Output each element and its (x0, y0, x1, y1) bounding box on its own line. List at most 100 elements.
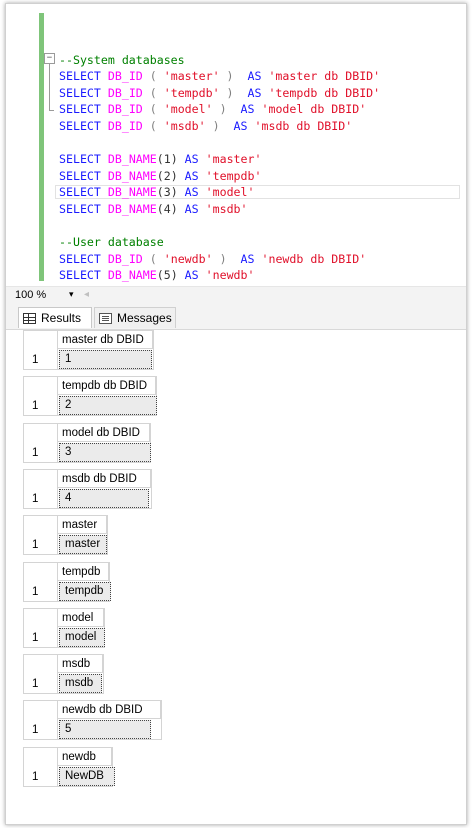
code-line[interactable]: --System databases (59, 52, 380, 69)
sql-code[interactable]: --System databases SELECT DB_ID ( 'master… (59, 35, 380, 284)
code-token: DB_ID (107, 85, 143, 100)
row-header-column (24, 377, 58, 416)
result-cell[interactable]: 3 (59, 442, 151, 462)
code-line[interactable] (59, 135, 380, 152)
code-token: --System databases (59, 52, 185, 67)
code-token: 'newdb db DBID' (261, 251, 367, 266)
row-number[interactable]: 1 (32, 675, 38, 693)
column-header[interactable]: master (58, 516, 107, 535)
result-cell[interactable]: model (59, 627, 105, 647)
code-line[interactable]: SELECT DB_ID ( 'tempdb' ) AS 'tempdb db … (59, 85, 380, 102)
zoom-bar: 100 % ▾ ◂ (6, 286, 466, 306)
row-header-column (24, 747, 58, 786)
result-grid[interactable]: tempdb 1 tempdb (23, 561, 111, 602)
tab-results[interactable]: Results (18, 307, 92, 328)
result-grid[interactable]: model 1 model (23, 607, 105, 648)
code-line[interactable]: SELECT DB_NAME(5) AS 'newdb' (59, 267, 380, 284)
chevron-down-icon[interactable]: ▾ (69, 289, 74, 300)
code-line[interactable]: SELECT DB_ID ( 'master' ) AS 'master db … (59, 68, 380, 85)
query-editor[interactable]: − --System databases SELECT DB_ID ( 'mast… (6, 4, 466, 286)
result-grid[interactable]: master 1 master (23, 515, 108, 556)
row-number[interactable]: 1 (32, 444, 38, 462)
code-line[interactable]: SELECT DB_ID ( 'model' ) AS 'model db DB… (59, 101, 380, 118)
column-header[interactable]: newdb (58, 747, 112, 766)
code-token: (5) (156, 268, 185, 283)
tab-messages-label: Messages (117, 311, 172, 325)
code-line[interactable]: SELECT DB_NAME(3) AS 'model' (59, 184, 380, 201)
code-token: DB_NAME (107, 201, 157, 216)
row-number[interactable]: 1 (32, 768, 38, 786)
result-grid[interactable]: model db DBID 1 3 (23, 422, 151, 463)
outline-line (49, 64, 50, 110)
code-line[interactable] (59, 35, 380, 52)
column-header[interactable]: master db DBID (58, 331, 153, 349)
code-token: DB_NAME (107, 152, 157, 167)
code-line[interactable]: SELECT DB_NAME(2) AS 'tempdb' (59, 168, 380, 185)
row-header-column (24, 562, 58, 601)
row-number[interactable]: 1 (32, 583, 38, 601)
scroll-left-icon[interactable]: ◂ (84, 289, 89, 300)
code-token: AS (233, 118, 255, 133)
code-token: ( (142, 118, 164, 133)
code-token: 'msdb' (205, 201, 248, 216)
result-cell[interactable]: 5 (59, 720, 151, 740)
code-token: 'model' (205, 185, 255, 200)
tab-messages[interactable]: Messages (94, 307, 176, 328)
code-token: SELECT (59, 152, 108, 167)
result-cell[interactable]: 2 (59, 396, 157, 416)
code-line[interactable] (59, 218, 380, 235)
result-cell[interactable]: NewDB (59, 766, 115, 786)
result-cell[interactable]: msdb (59, 674, 102, 694)
column-header[interactable]: tempdb (58, 562, 109, 581)
result-grid[interactable]: master db DBID 1 1 (23, 330, 154, 370)
code-line[interactable]: SELECT DB_NAME(1) AS 'master' (59, 151, 380, 168)
code-token: 'master db DBID' (268, 69, 381, 84)
column-header[interactable]: tempdb db DBID (58, 377, 156, 396)
row-header-column (24, 608, 58, 647)
result-grid[interactable]: newdb db DBID 1 5 (23, 700, 162, 741)
code-line[interactable]: SELECT DB_NAME(4) AS 'msdb' (59, 201, 380, 218)
row-header-column (24, 331, 58, 369)
result-grid[interactable]: msdb db DBID 1 4 (23, 468, 152, 509)
result-cell[interactable]: 4 (59, 488, 149, 508)
collapse-icon[interactable]: − (44, 53, 55, 64)
code-line[interactable]: SELECT DB_ID ( 'newdb' ) AS 'newdb db DB… (59, 251, 380, 268)
code-token: AS (184, 185, 206, 200)
code-line[interactable]: --User database (59, 234, 380, 251)
code-token: SELECT (59, 201, 108, 216)
code-token: 'tempdb db DBID' (268, 85, 381, 100)
messages-icon (99, 312, 112, 324)
code-token: DB_NAME (107, 168, 157, 183)
code-token: SELECT (59, 268, 108, 283)
result-cell[interactable]: master (59, 535, 107, 555)
code-token: DB_NAME (107, 268, 157, 283)
row-number[interactable]: 1 (32, 490, 38, 508)
code-token: 'tempdb' (163, 85, 220, 100)
code-token: DB_NAME (107, 185, 157, 200)
column-header[interactable]: newdb db DBID (58, 701, 161, 720)
code-token: 'newdb' (163, 251, 213, 266)
row-number[interactable]: 1 (32, 397, 38, 415)
column-header[interactable]: msdb (58, 655, 103, 674)
grid-icon (23, 312, 36, 324)
code-token: AS (240, 102, 262, 117)
result-cell[interactable]: 1 (59, 350, 152, 369)
row-header-column (24, 469, 58, 508)
row-number[interactable]: 1 (32, 351, 38, 369)
code-line[interactable]: SELECT DB_ID ( 'msdb' ) AS 'msdb db DBID… (59, 118, 380, 135)
result-cell[interactable]: tempdb (59, 581, 111, 601)
code-token: AS (184, 152, 206, 167)
result-grid[interactable]: tempdb db DBID 1 2 (23, 376, 157, 417)
result-grid[interactable]: msdb 1 msdb (23, 654, 104, 695)
row-header-column (24, 701, 58, 740)
column-header[interactable]: msdb db DBID (58, 469, 151, 488)
column-header[interactable]: model (58, 608, 104, 627)
row-number[interactable]: 1 (32, 536, 38, 554)
row-number[interactable]: 1 (32, 721, 38, 739)
code-token: SELECT (59, 168, 108, 183)
column-header[interactable]: model db DBID (58, 423, 150, 442)
ssms-query-window: − --System databases SELECT DB_ID ( 'mast… (5, 3, 467, 825)
code-token: SELECT (59, 102, 108, 117)
result-grid[interactable]: newdb 1 NewDB (23, 746, 115, 787)
row-number[interactable]: 1 (32, 629, 38, 647)
